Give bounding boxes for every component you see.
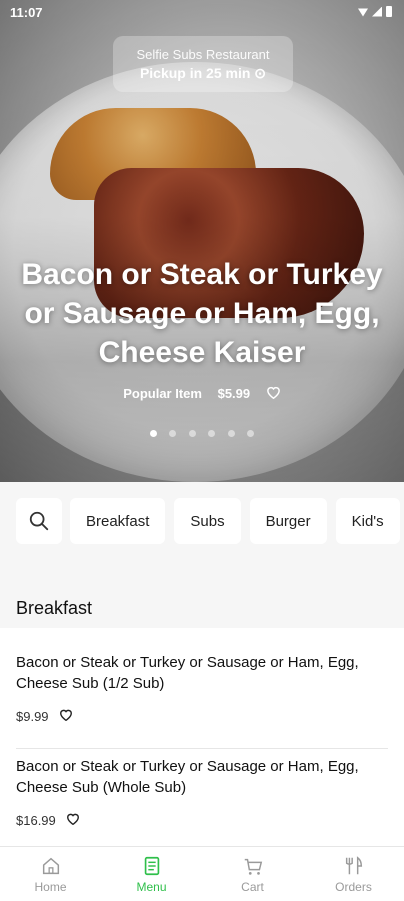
menu-item[interactable]: Bacon or Steak or Turkey or Sausage or H… [0,628,404,724]
nav-label: Menu [136,879,167,894]
carousel-dot[interactable] [149,430,157,437]
carousel-dot[interactable] [227,430,235,437]
category-chip-kids[interactable]: Kid's [335,498,400,544]
nav-item-home[interactable]: Home [0,847,101,901]
menu-item[interactable]: Bacon or Steak or Turkey or Sausage or H… [0,724,404,828]
menu-item-price: $16.99 [16,812,56,828]
menu-item-price: $9.99 [16,708,49,724]
status-time: 11:07 [10,5,43,20]
wifi-icon [358,8,368,17]
status-bar: 11:07 [0,0,404,26]
hero-meta: Popular Item $5.99 [0,385,404,402]
category-chip-subs[interactable]: Subs [174,498,241,544]
signal-icon [372,6,382,17]
popular-tag: Popular Item [123,386,202,402]
category-chips: Breakfast Subs Burger Kid's [70,498,400,544]
bottom-navigation: Home Menu Cart Orders [0,846,404,901]
hero-title: Bacon or Steak or Turkey or Sausage or H… [21,258,383,369]
carousel-dot[interactable] [169,430,177,437]
nav-item-cart[interactable]: Cart [202,847,303,901]
home-icon [42,857,59,874]
menu-icon [144,856,159,875]
nav-item-menu[interactable]: Menu [101,847,202,901]
orders-icon [345,855,362,874]
search-button[interactable] [16,498,62,544]
menu-item-price-row: $16.99 [16,812,388,828]
section-header: Breakfast [0,560,404,628]
hero-banner[interactable]: 11:07 Selfie Subs Restaurant Pickup in 2… [0,0,404,482]
heart-icon[interactable] [266,385,281,402]
nav-label: Home [34,879,67,894]
category-chip-burger[interactable]: Burger [249,498,327,544]
menu-item-name: Bacon or Steak or Turkey or Sausage or H… [16,654,359,692]
carousel-dot[interactable] [208,430,216,437]
pickup-info-pill[interactable]: Selfie Subs Restaurant Pickup in 25 min … [113,36,293,92]
heart-icon[interactable] [66,812,80,828]
restaurant-name: Selfie Subs Restaurant [136,47,270,62]
section-title: Breakfast [16,598,93,618]
category-chip-breakfast[interactable]: Breakfast [70,498,166,544]
carousel-dot[interactable] [247,430,255,437]
menu-item-name: Bacon or Steak or Turkey or Sausage or H… [16,758,359,796]
category-bar: Breakfast Subs Burger Kid's [0,482,404,560]
nav-item-orders[interactable]: Orders [303,847,404,901]
heart-icon[interactable] [59,708,73,724]
menu-item-price-row: $9.99 [16,708,388,724]
cart-icon [244,858,262,875]
battery-icon [386,6,392,17]
status-icons [358,6,392,17]
nav-label: Cart [241,879,264,894]
pickup-time: Pickup in 25 min ⊙ [139,65,267,81]
search-icon [29,511,49,531]
hero-price: $5.99 [217,386,251,402]
nav-label: Orders [335,879,372,894]
carousel-dots[interactable] [0,424,404,442]
carousel-dot[interactable] [188,430,196,437]
menu-item-list: Bacon or Steak or Turkey or Sausage or H… [0,628,404,846]
